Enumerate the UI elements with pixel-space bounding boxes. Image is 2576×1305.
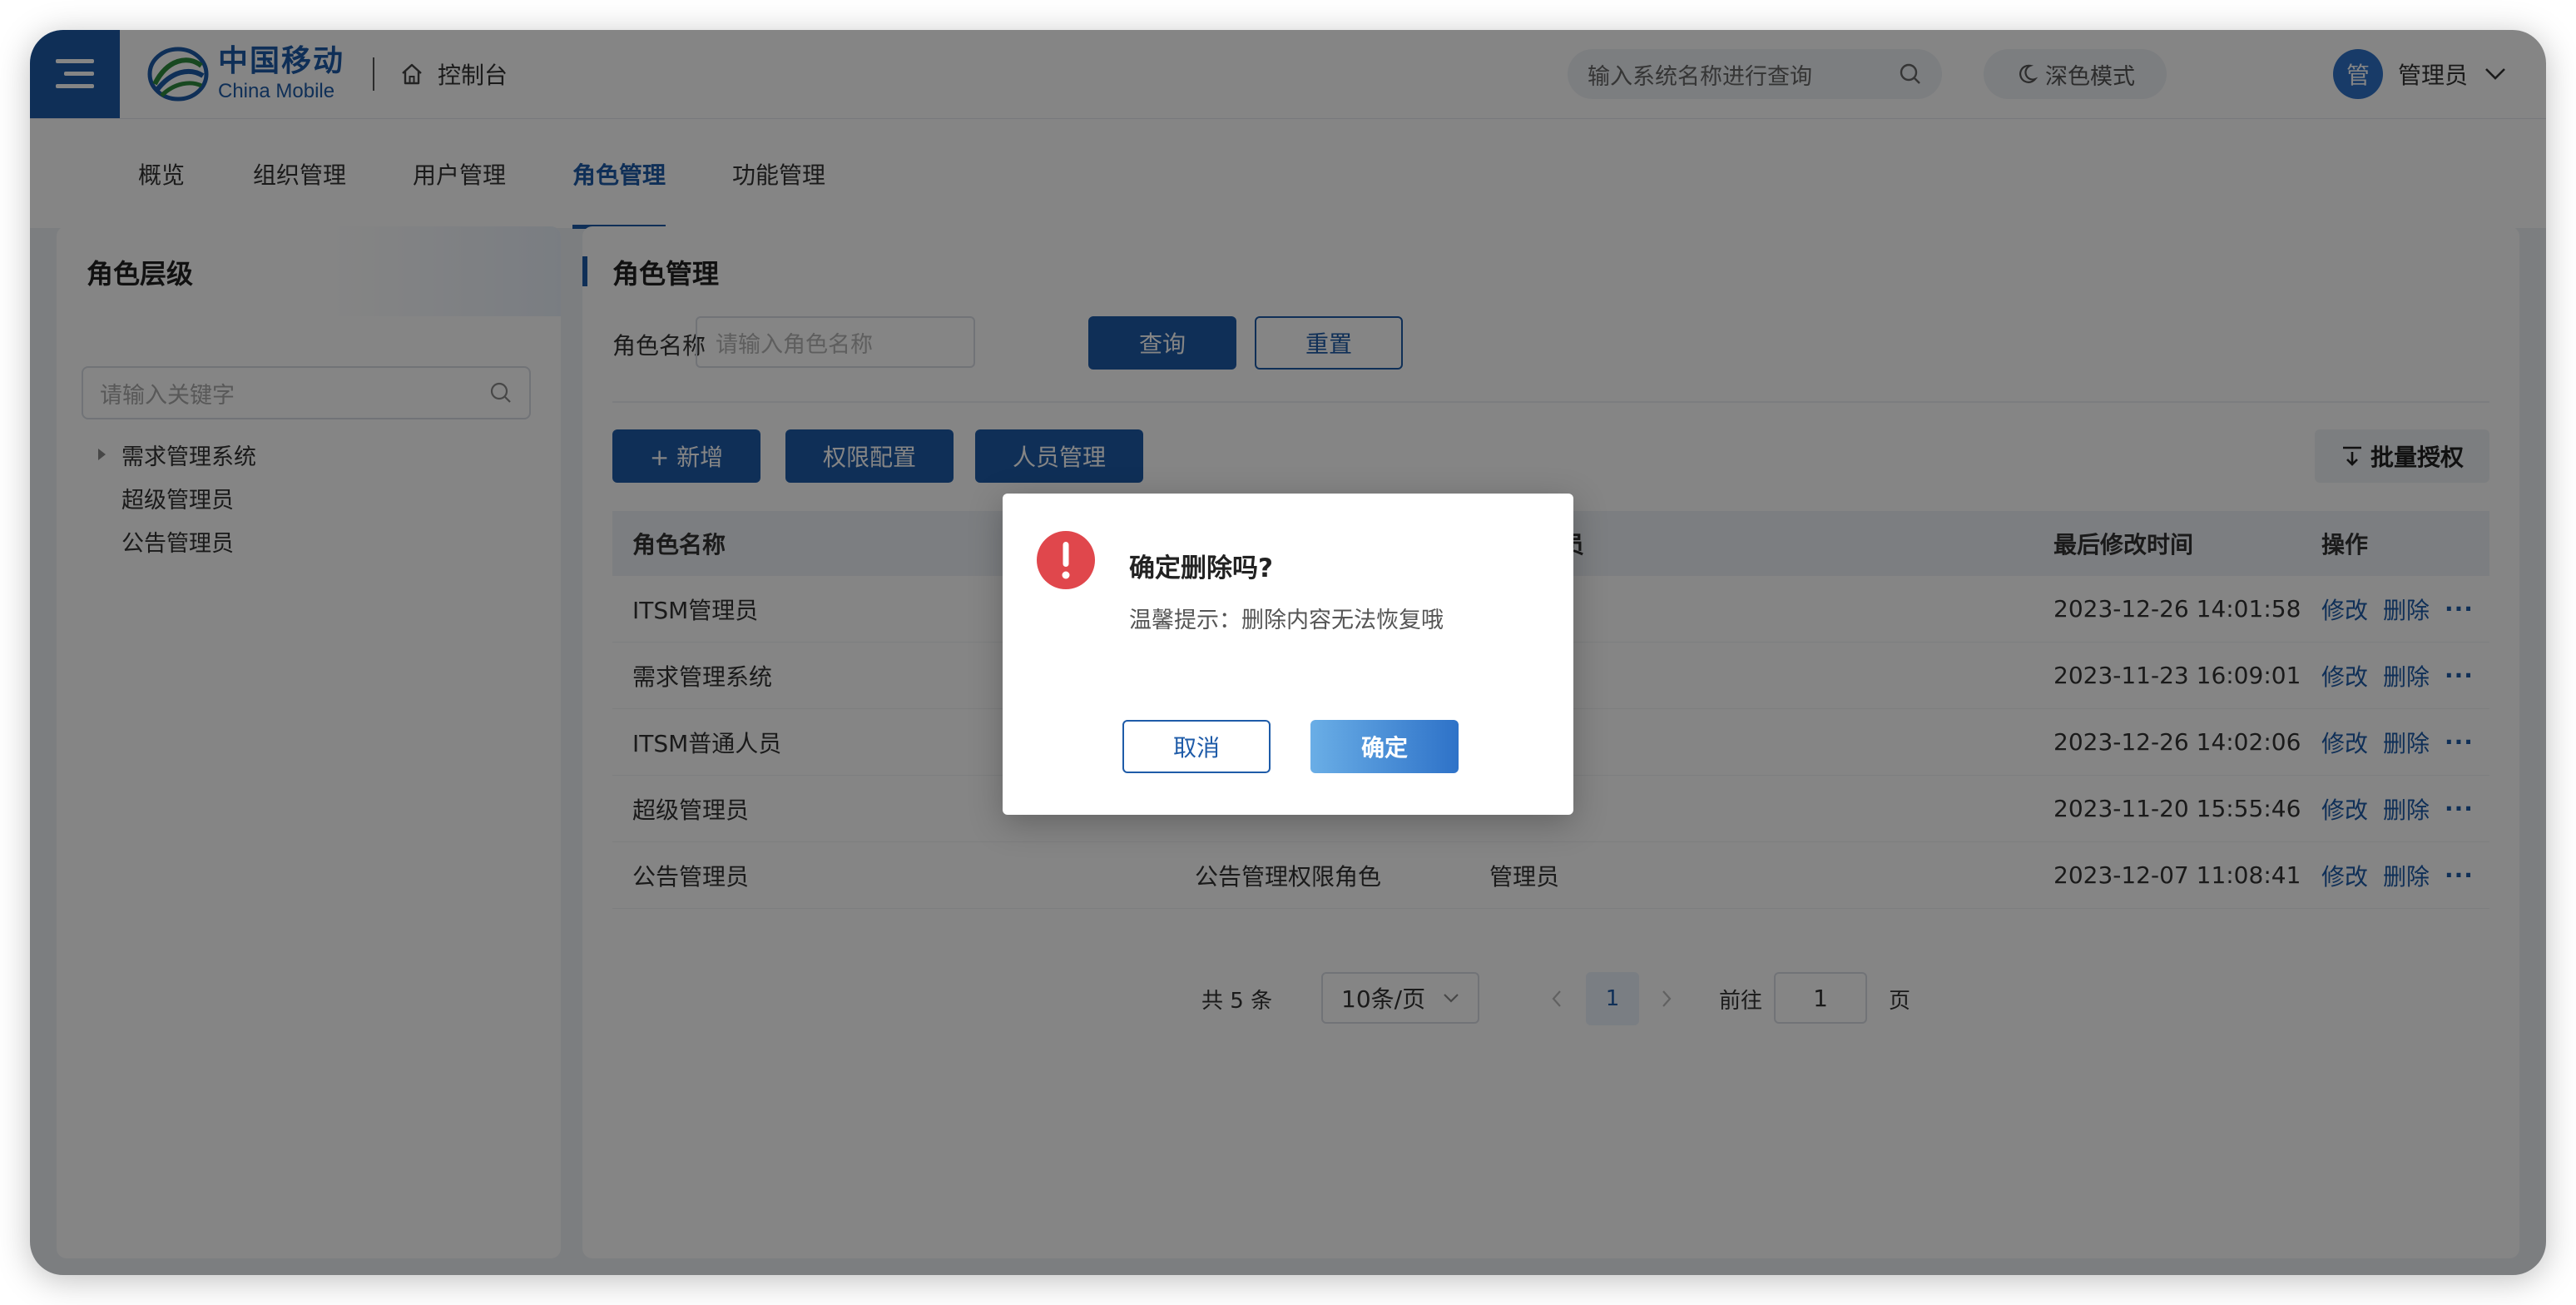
dialog-title: 确定删除吗? bbox=[1129, 553, 1273, 583]
warning-icon bbox=[1037, 531, 1095, 589]
app-window: 中国移动 China Mobile 控制台 输入系统名称进行查询 深色模式 管 … bbox=[30, 30, 2546, 1275]
confirm-button[interactable]: 确定 bbox=[1310, 720, 1459, 773]
delete-confirm-dialog: 确定删除吗? 温馨提示：删除内容无法恢复哦 取消 确定 bbox=[1003, 494, 1573, 815]
cancel-button[interactable]: 取消 bbox=[1122, 720, 1271, 773]
dialog-description: 温馨提示：删除内容无法恢复哦 bbox=[1129, 608, 1444, 633]
